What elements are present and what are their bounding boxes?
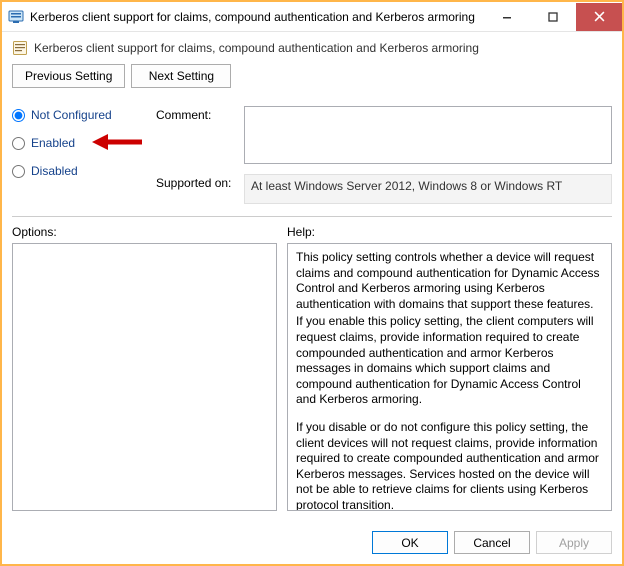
close-button[interactable] [576,3,622,31]
radio-enabled-input[interactable] [12,137,25,150]
comment-textarea[interactable] [244,106,612,164]
separator [12,216,612,217]
dialog-window: Kerberos client support for claims, comp… [0,0,624,566]
help-para-3: If you disable or do not configure this … [296,420,603,511]
options-label: Options: [12,225,277,239]
nav-row: Previous Setting Next Setting [12,64,612,88]
options-pane: Options: [12,225,277,511]
panes: Options: Help: This policy setting contr… [12,225,612,511]
setting-title: Kerberos client support for claims, comp… [34,41,479,55]
previous-setting-button[interactable]: Previous Setting [12,64,125,88]
radio-not-configured-label: Not Configured [31,108,112,122]
state-radio-group: Not Configured Enabled Disabled [12,106,142,204]
help-label: Help: [287,225,612,239]
comment-row: Comment: [156,106,612,164]
policy-icon [8,9,24,25]
ok-button[interactable]: OK [372,531,448,554]
config-row: Not Configured Enabled Disabled Comment [12,106,612,204]
maximize-button[interactable] [530,3,576,31]
minimize-button[interactable] [484,3,530,31]
radio-not-configured-input[interactable] [12,109,25,122]
comment-label: Comment: [156,106,236,122]
dialog-footer: OK Cancel Apply [2,521,622,564]
next-setting-button[interactable]: Next Setting [131,64,231,88]
help-pane: Help: This policy setting controls wheth… [287,225,612,511]
help-para-1: This policy setting controls whether a d… [296,250,603,312]
setting-icon [12,40,28,56]
titlebar[interactable]: Kerberos client support for claims, comp… [2,2,622,32]
apply-button[interactable]: Apply [536,531,612,554]
meta-column: Comment: Supported on: At least Windows … [156,106,612,204]
radio-enabled-label: Enabled [31,136,75,150]
supported-row: Supported on: At least Windows Server 20… [156,174,612,204]
radio-enabled[interactable]: Enabled [12,136,142,150]
radio-disabled-label: Disabled [31,164,78,178]
supported-label: Supported on: [156,174,236,190]
dialog-body: Kerberos client support for claims, comp… [2,32,622,521]
subheader: Kerberos client support for claims, comp… [12,40,612,56]
options-box[interactable] [12,243,277,511]
help-para-2: If you enable this policy setting, the c… [296,314,603,408]
cancel-button[interactable]: Cancel [454,531,530,554]
radio-not-configured[interactable]: Not Configured [12,108,142,122]
supported-on-text: At least Windows Server 2012, Windows 8 … [244,174,612,204]
window-title: Kerberos client support for claims, comp… [30,10,484,24]
help-box[interactable]: This policy setting controls whether a d… [287,243,612,511]
radio-disabled[interactable]: Disabled [12,164,142,178]
radio-disabled-input[interactable] [12,165,25,178]
